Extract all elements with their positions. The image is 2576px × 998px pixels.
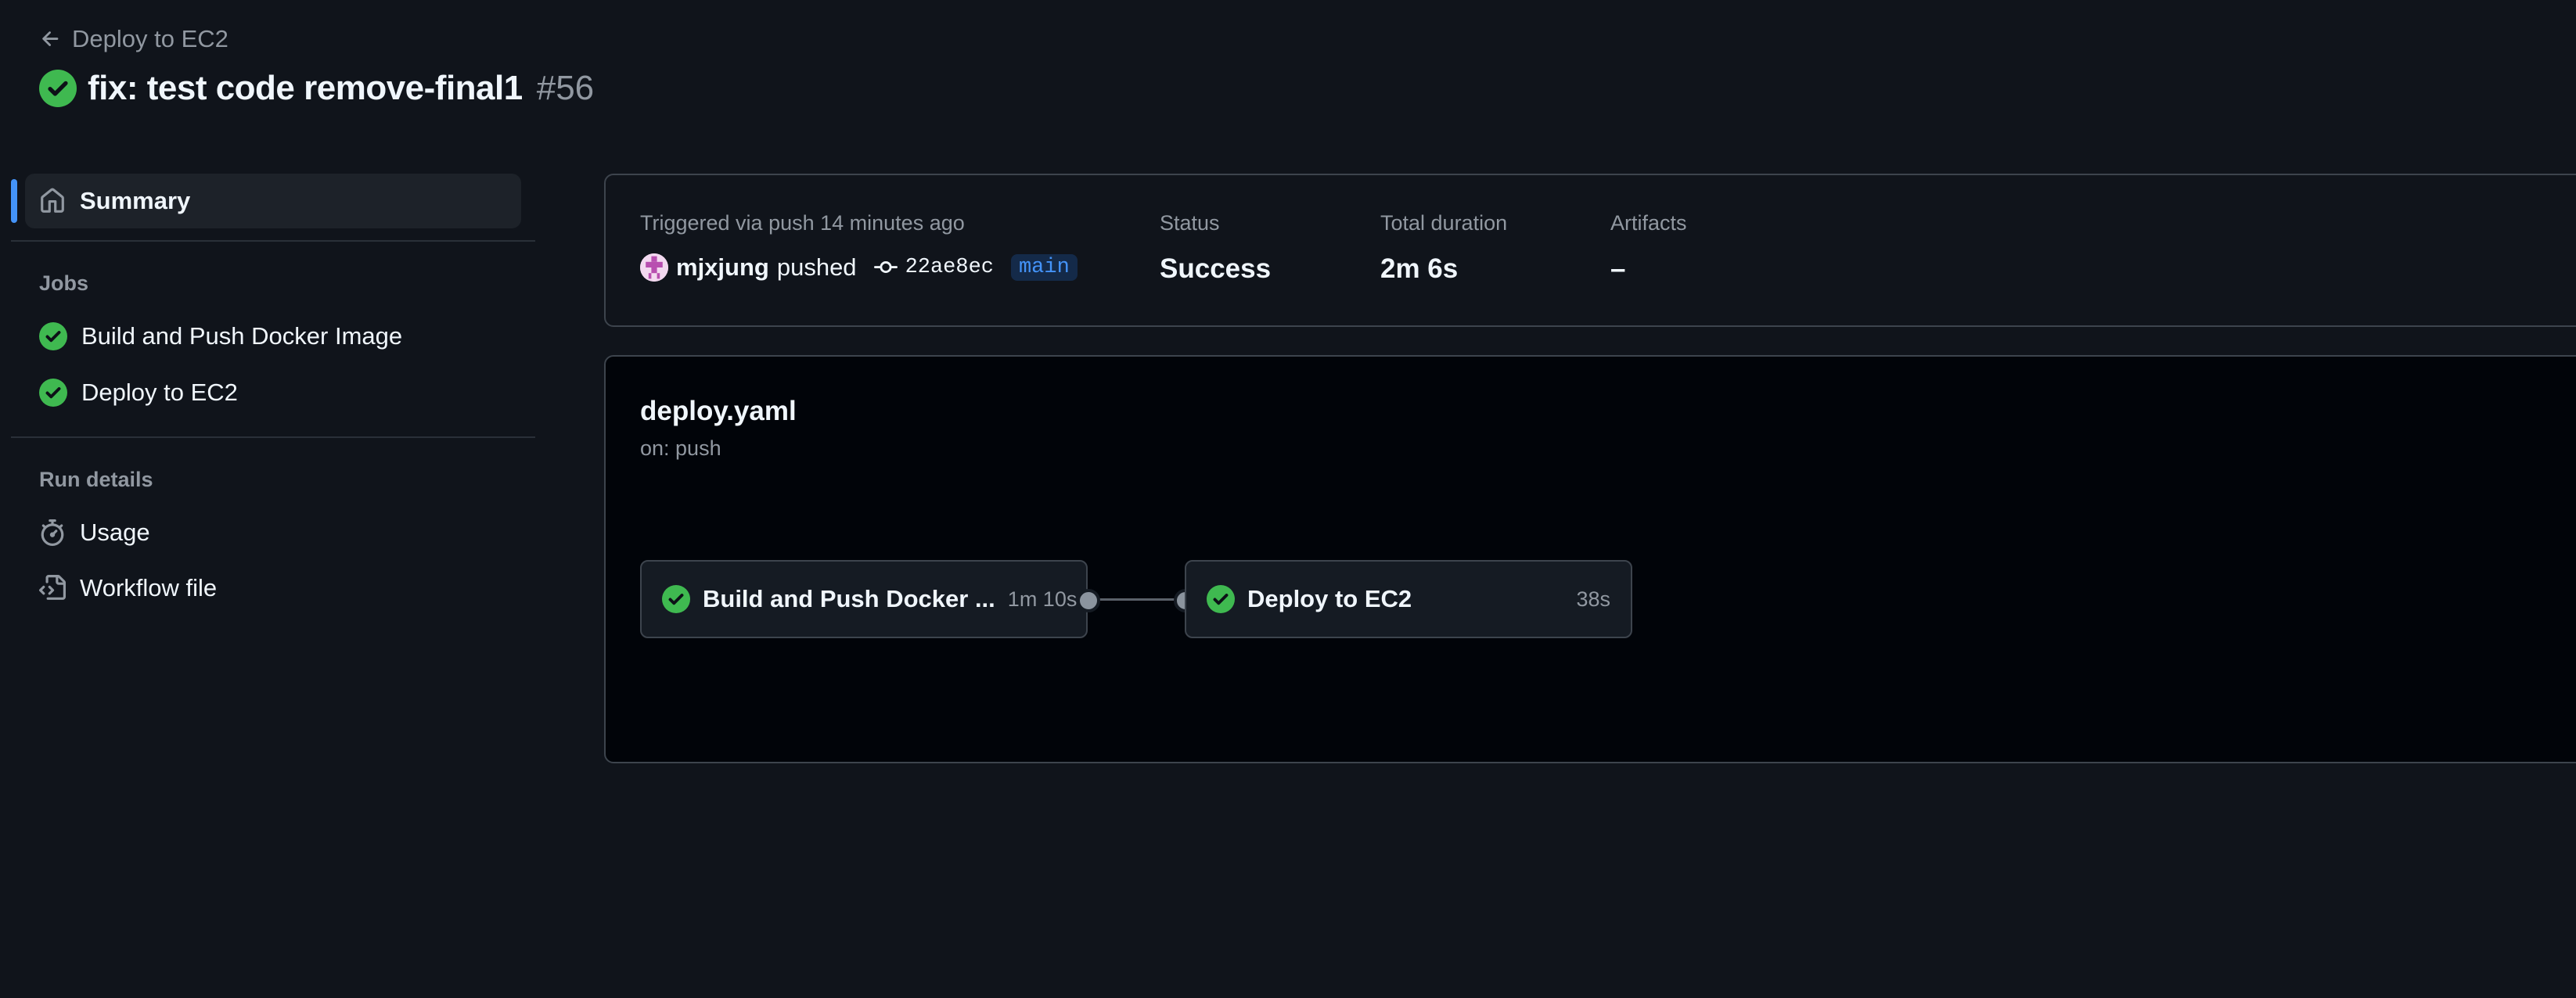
status-value: Success [1160, 253, 1272, 284]
sidebar-item-label: Summary [80, 187, 191, 214]
sidebar-item-label: Usage [80, 519, 150, 546]
trigger-details: mjxjung pushed 22ae8ec main [640, 253, 1078, 282]
check-circle-icon [39, 379, 67, 407]
back-link-label: Deploy to EC2 [72, 25, 228, 52]
sidebar-divider [11, 436, 535, 438]
commit-link[interactable]: 22ae8ec [873, 256, 994, 279]
duration-value: 2m 6s [1380, 253, 1459, 284]
sidebar-job-build[interactable]: Build and Push Docker Image [39, 322, 402, 350]
triggered-text: Triggered via push 14 minutes ago [640, 211, 965, 235]
sidebar-job-deploy[interactable]: Deploy to EC2 [39, 379, 238, 407]
sidebar-item-usage[interactable]: Usage [39, 519, 150, 547]
run-title: fix: test code remove-final1 [88, 69, 523, 107]
job-name: Build and Push Docker ... [703, 585, 995, 612]
workflow-graph: deploy.yaml on: push Build and Push Dock… [604, 355, 2576, 763]
identicon-icon [640, 253, 668, 282]
actor[interactable]: mjxjung pushed [640, 253, 857, 282]
check-circle-icon [662, 585, 690, 613]
connector-node [1077, 589, 1100, 612]
run-summary-card: Triggered via push 14 minutes ago mjxjun… [604, 174, 2576, 327]
back-link[interactable]: Deploy to EC2 [39, 25, 228, 53]
avatar [640, 253, 668, 282]
sidebar-job-label: Deploy to EC2 [81, 379, 238, 406]
sidebar-job-label: Build and Push Docker Image [81, 322, 403, 350]
run-details-heading: Run details [39, 468, 153, 491]
sidebar-item-label: Workflow file [80, 574, 218, 601]
sidebar-item-summary[interactable]: Summary [25, 174, 521, 228]
artifacts-value: – [1610, 253, 1626, 284]
workflow-trigger: on: push [640, 436, 721, 460]
page-title: fix: test code remove-final1 #56 [39, 69, 594, 108]
sidebar-item-workflow-file[interactable]: Workflow file [39, 574, 217, 602]
duration-label: Total duration [1380, 211, 1508, 235]
job-name: Deploy to EC2 [1247, 585, 1412, 612]
file-code-icon [39, 575, 66, 600]
git-commit-icon [873, 261, 898, 274]
home-icon [41, 188, 64, 213]
jobs-heading: Jobs [39, 271, 89, 295]
workflow-name: deploy.yaml [640, 396, 797, 426]
job-duration: 1m 10s [1007, 587, 1078, 611]
job-card-build[interactable]: Build and Push Docker ... 1m 10s [640, 560, 1088, 638]
check-circle-icon [1207, 585, 1235, 613]
check-circle-icon [39, 70, 77, 107]
arrow-left-icon [42, 31, 59, 46]
actor-action: pushed [776, 253, 857, 281]
job-duration: 38s [1576, 587, 1610, 611]
branch-badge[interactable]: main [1010, 254, 1078, 281]
active-indicator [11, 179, 17, 223]
commit-sha: 22ae8ec [905, 256, 994, 279]
job-card-deploy[interactable]: Deploy to EC2 38s [1185, 560, 1632, 638]
stopwatch-icon [41, 519, 64, 546]
artifacts-label: Artifacts [1610, 211, 1687, 235]
check-circle-icon [39, 322, 67, 350]
actor-name: mjxjung [676, 253, 769, 281]
run-number: #56 [536, 69, 595, 107]
sidebar-divider [11, 240, 535, 242]
status-label: Status [1160, 211, 1220, 235]
